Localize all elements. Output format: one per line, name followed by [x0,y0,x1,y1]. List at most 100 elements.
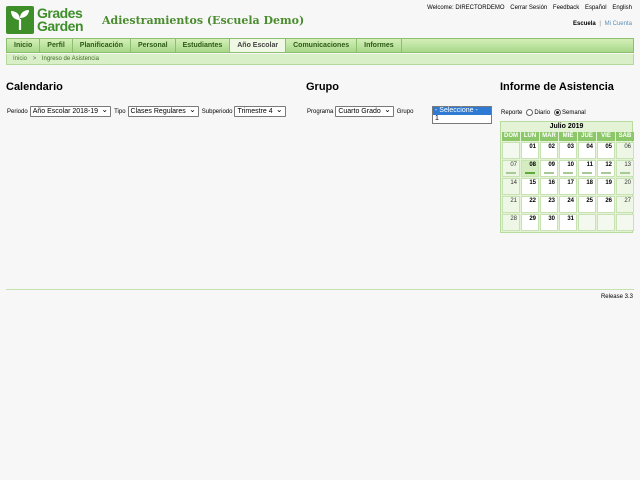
release-version: Release 3.3 [600,294,633,300]
daily-label[interactable]: Diario [534,110,550,116]
calendar-day-number: 04 [586,144,593,150]
calendar-day-02[interactable]: 02 [540,142,558,159]
nav-ano-escolar[interactable]: Año Escolar [230,39,287,52]
calendario-filters: Periodo Año Escolar 2018-19 Tipo Clases … [7,105,289,117]
school-links: Escuela | Mi Cuenta [573,21,632,27]
calendar-day-23[interactable]: 23 [540,196,558,213]
calendar-day-25[interactable]: 25 [578,196,596,213]
calendar-day-15[interactable]: 15 [521,178,539,195]
type-select[interactable]: Clases Regulares [127,105,199,117]
calendar-day-number: 25 [586,198,593,204]
calendar-day-number: 30 [548,216,555,222]
calendar-day-number: 28 [510,216,517,222]
calendar-day-08[interactable]: 08 [521,160,539,177]
nav-personal[interactable]: Personal [131,39,176,52]
calendar-day-01[interactable]: 01 [521,142,539,159]
calendar-day-number: 12 [605,162,612,168]
weekly-label[interactable]: Semanal [562,110,586,116]
week-selection-bar [563,172,573,174]
english-link[interactable]: English [612,5,632,11]
calendar-empty-cell [616,214,634,231]
calendar-day-09[interactable]: 09 [540,160,558,177]
calendar-day-number: 05 [605,144,612,150]
calendar-day-19[interactable]: 19 [597,178,615,195]
calendar-day-03[interactable]: 03 [559,142,577,159]
calendar-day-number: 29 [529,216,536,222]
main-nav: Inicio Perfil Planificación Personal Est… [6,38,634,53]
calendar-day-28[interactable]: 28 [502,214,520,231]
calendar-day-31[interactable]: 31 [559,214,577,231]
sprout-icon [6,6,34,34]
top-links: Welcome: DIRECTORDEMO Cerrar Sesión Feed… [423,5,632,11]
calendar-day-05[interactable]: 05 [597,142,615,159]
calendar-day-07[interactable]: 07 [502,160,520,177]
calendar-day-18[interactable]: 18 [578,178,596,195]
grades-garden-logo[interactable]: Grades Garden [6,6,94,36]
calendar-empty-cell [597,214,615,231]
calendar-day-26[interactable]: 26 [597,196,615,213]
nav-comunicaciones[interactable]: Comunicaciones [286,39,358,52]
calendar-day-24[interactable]: 24 [559,196,577,213]
calendar-day-30[interactable]: 30 [540,214,558,231]
week-selection-bar [525,172,535,174]
subperiod-select[interactable]: Trimestre 4 [234,105,286,117]
calendar-day-11[interactable]: 11 [578,160,596,177]
calendar-day-12[interactable]: 12 [597,160,615,177]
calendar-day-14[interactable]: 14 [502,178,520,195]
calendar-day-21[interactable]: 21 [502,196,520,213]
calendar-day-number: 21 [510,198,517,204]
group-option-1[interactable]: 1 [433,115,491,123]
calendar-day-number: 06 [624,144,631,150]
week-selection-bar [601,172,611,174]
calendar-day-06[interactable]: 06 [616,142,634,159]
logo-line2: Garden [37,18,84,34]
calendar-day-number: 01 [529,144,536,150]
calendar-day-20[interactable]: 20 [616,178,634,195]
calendar-day-16[interactable]: 16 [540,178,558,195]
calendar-day-number: 02 [548,144,555,150]
weekly-radio[interactable] [554,109,562,116]
calendar-day-29[interactable]: 29 [521,214,539,231]
report-mode: Reporte Diario Semanal [501,109,586,116]
calendar-day-13[interactable]: 13 [616,160,634,177]
breadcrumb-home[interactable]: Inicio [13,56,27,62]
group-select-dropdown[interactable]: - Seleccione - 1 [432,106,492,124]
calendar-day-27[interactable]: 27 [616,196,634,213]
calendar-day-number: 22 [529,198,536,204]
program-select[interactable]: Cuarto Grado [335,105,394,117]
program-label: Programa [307,108,334,115]
nav-perfil[interactable]: Perfil [40,39,73,52]
calendar-grid: DOM LUN MAR MIÉ JUE VIE SÁB 01 02 03 04 05 06… [501,132,634,232]
weekday-header: SÁB [616,132,634,141]
calendar-day-number: 14 [510,180,517,186]
logo-text: Grades Garden [37,6,84,34]
calendar-day-22[interactable]: 22 [521,196,539,213]
weekday-header: MAR [540,132,558,141]
type-label: Tipo [114,108,126,115]
spanish-link[interactable]: Español [585,5,607,11]
my-account-link[interactable]: Mi Cuenta [605,21,632,27]
breadcrumb-separator: > [32,56,37,62]
logout-link[interactable]: Cerrar Sesión [510,5,547,11]
grupo-title: Grupo [306,81,339,93]
footer-divider [6,289,634,290]
daily-radio[interactable] [526,109,534,116]
nav-informes[interactable]: Informes [357,39,402,52]
school-link[interactable]: Escuela [573,21,596,27]
nav-inicio[interactable]: Inicio [7,39,41,52]
nav-estudiantes[interactable]: Estudiantes [176,39,231,52]
nav-planificacion[interactable]: Planificación [73,39,131,52]
weekday-header: JUE [578,132,596,141]
calendar-day-number: 24 [567,198,574,204]
calendar-day-number: 11 [586,162,593,168]
calendar-day-10[interactable]: 10 [559,160,577,177]
week-selection-bar [544,172,554,174]
attendance-calendar: Julio 2019 DOM LUN MAR MIÉ JUE VIE SÁB 0… [500,121,634,233]
calendar-day-number: 13 [624,162,631,168]
group-option-seleccione[interactable]: - Seleccione - [433,107,491,115]
feedback-link[interactable]: Feedback [553,5,579,11]
period-select[interactable]: Año Escolar 2018-19 [29,105,112,117]
calendar-day-17[interactable]: 17 [559,178,577,195]
calendar-day-number: 19 [605,180,612,186]
calendar-day-04[interactable]: 04 [578,142,596,159]
